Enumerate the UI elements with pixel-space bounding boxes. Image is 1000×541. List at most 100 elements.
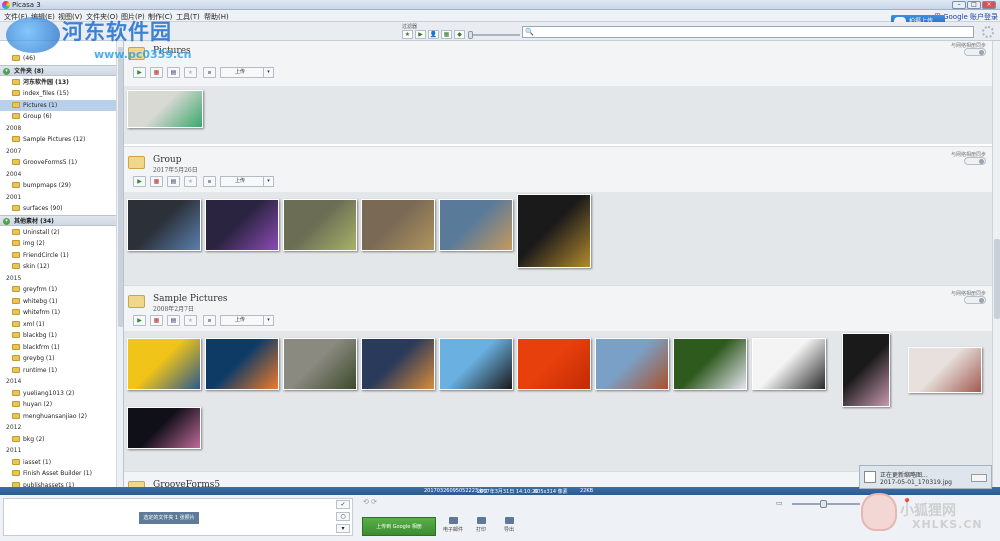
save-button[interactable]: ▪ [203, 67, 216, 78]
sidebar-folder-item[interactable]: Group (6) [0, 111, 116, 122]
minimize-button[interactable]: – [952, 1, 966, 9]
scrollbar-thumb[interactable] [994, 239, 1000, 319]
photo-thumbnail[interactable] [283, 338, 357, 390]
collage-button[interactable]: ▦ [150, 315, 163, 326]
movie-button[interactable]: ▤ [167, 315, 180, 326]
thumbnail-size-slider[interactable] [792, 500, 860, 508]
sidebar-folder-item[interactable]: img (2) [0, 238, 116, 249]
sidebar-group-header[interactable]: ▾ 其他素材 (34) [0, 214, 116, 226]
filter-geotag-button[interactable]: ◆ [454, 30, 465, 39]
sidebar-folder-item[interactable]: whitebg (1) [0, 296, 116, 307]
sidebar-folder-item[interactable]: yueliang1013 (2) [0, 388, 116, 399]
sidebar-folder-item[interactable]: bkg (2) [0, 434, 116, 445]
photo-thumbnail[interactable] [127, 199, 201, 251]
photo-thumbnail[interactable] [205, 338, 279, 390]
sidebar-folder-item[interactable]: bumpmaps (29) [0, 180, 116, 191]
sidebar-folder-item[interactable]: surfaces (90) [0, 203, 116, 214]
photo-thumbnail[interactable] [127, 90, 203, 128]
maximize-button[interactable]: □ [967, 1, 981, 9]
sidebar-folder-item[interactable]: Sample Pictures (12) [0, 134, 116, 145]
sidebar-folder-item[interactable]: xml (1) [0, 319, 116, 330]
play-slideshow-button[interactable]: ▶ [133, 67, 146, 78]
photo-thumbnail[interactable] [127, 407, 201, 449]
collage-button[interactable]: ▦ [150, 67, 163, 78]
save-button[interactable]: ▪ [203, 315, 216, 326]
menu-tools[interactable]: 工具(T) [176, 12, 200, 22]
filter-uploaded-button[interactable]: ▦ [441, 30, 452, 39]
sidebar-folder-item[interactable]: skin (12) [0, 261, 116, 272]
photo-thumbnail[interactable] [752, 338, 826, 390]
search-input[interactable]: 🔍 [522, 26, 974, 38]
sidebar-scrollbar[interactable] [116, 41, 123, 487]
photo-thumbnail[interactable] [439, 199, 513, 251]
album-upload-button[interactable]: 上传 ▾ [220, 67, 274, 78]
sidebar-folder-item[interactable]: index_files (15) [0, 88, 116, 99]
sidebar-folder-item[interactable]: 河东软件园 (13) [0, 77, 116, 88]
sidebar-folder-item[interactable]: GrooveForms5 (1) [0, 157, 116, 168]
photo-thumbnail[interactable] [517, 194, 591, 268]
menu-help[interactable]: 帮助(H) [204, 12, 229, 22]
sidebar-folder-item[interactable]: greyfrm (1) [0, 284, 116, 295]
photo-thumbnail[interactable] [439, 338, 513, 390]
chevron-down-icon[interactable]: ▾ [263, 177, 273, 186]
email-button[interactable]: 电子邮件 [440, 517, 466, 533]
photo-thumbnail[interactable] [673, 338, 747, 390]
sync-toggle[interactable] [964, 48, 986, 56]
photo-thumbnail[interactable] [283, 199, 357, 251]
tray-hold-icon[interactable]: ✓ [336, 500, 350, 509]
notification-close-button[interactable] [971, 474, 987, 482]
star-button[interactable]: ★ [184, 67, 197, 78]
scrollbar-thumb[interactable] [118, 47, 123, 327]
sidebar-folder-item[interactable]: Uninstall (2) [0, 227, 116, 238]
sidebar-folder-item[interactable]: Finish Asset Builder (1) [0, 468, 116, 479]
sidebar-folder-item[interactable]: blackbg (1) [0, 330, 116, 341]
photo-thumbnail[interactable] [908, 347, 982, 393]
filter-starred-button[interactable]: ★ [402, 30, 413, 39]
play-slideshow-button[interactable]: ▶ [133, 176, 146, 187]
photo-thumbnail[interactable] [127, 338, 201, 390]
photo-thumbnail[interactable] [842, 333, 890, 407]
star-button[interactable]: ★ [184, 176, 197, 187]
sidebar-folder-item[interactable]: blackfrm (1) [0, 342, 116, 353]
sidebar-folder-item[interactable]: publishassets (1) [0, 480, 116, 487]
sidebar-folder-item[interactable]: iasset (1) [0, 457, 116, 468]
album-title[interactable]: Sample Pictures [153, 294, 228, 304]
sync-toggle[interactable] [964, 296, 986, 304]
movie-button[interactable]: ▤ [167, 176, 180, 187]
sidebar-folder-item[interactable]: greybg (1) [0, 353, 116, 364]
star-button[interactable]: ★ [184, 315, 197, 326]
movie-button[interactable]: ▤ [167, 67, 180, 78]
upload-google-button[interactable]: 上传到 Google 相册 [362, 517, 436, 536]
photo-thumbnail[interactable] [517, 338, 591, 390]
sidebar-folder-item[interactable]: runtime (1) [0, 365, 116, 376]
photo-thumbnail[interactable] [205, 199, 279, 251]
album-upload-button[interactable]: 上传 ▾ [220, 315, 274, 326]
tray-clear-icon[interactable]: ○ [336, 512, 350, 521]
album-title[interactable]: Group [153, 155, 181, 165]
collage-button[interactable]: ▦ [150, 176, 163, 187]
sync-toggle[interactable] [964, 157, 986, 165]
slider-knob[interactable] [820, 500, 827, 508]
chevron-down-icon[interactable]: ▾ [263, 316, 273, 325]
close-button[interactable]: × [982, 1, 996, 9]
sidebar-folder-item[interactable]: Pictures (1) [0, 99, 116, 111]
export-button[interactable]: 导出 [496, 517, 522, 533]
hold-selection-button[interactable]: 选定的文件夹 1 张照片 [139, 512, 199, 524]
rotate-icons[interactable]: ⟲ ⟳ [363, 498, 377, 506]
sidebar-folder-item[interactable]: huyan (2) [0, 399, 116, 410]
play-slideshow-button[interactable]: ▶ [133, 315, 146, 326]
photo-thumbnail[interactable] [595, 338, 669, 390]
print-button[interactable]: 打印 [468, 517, 494, 533]
filter-date-slider[interactable] [468, 31, 520, 39]
album-upload-button[interactable]: 上传 ▾ [220, 176, 274, 187]
filter-people-button[interactable]: 👤 [428, 30, 439, 39]
photo-tray[interactable]: 选定的文件夹 1 张照片 [3, 498, 353, 536]
album-title[interactable]: GrooveForms5 [153, 480, 220, 487]
library-scrollbar[interactable] [992, 41, 1000, 487]
collapse-icon[interactable]: ▾ [3, 67, 10, 75]
save-button[interactable]: ▪ [203, 176, 216, 187]
sidebar-folder-item[interactable]: menghuansanjiao (2) [0, 411, 116, 422]
sidebar-folder-item[interactable]: FriendCircle (1) [0, 250, 116, 261]
sidebar-folder-item[interactable]: whitefrm (1) [0, 307, 116, 318]
photo-thumbnail[interactable] [361, 338, 435, 390]
